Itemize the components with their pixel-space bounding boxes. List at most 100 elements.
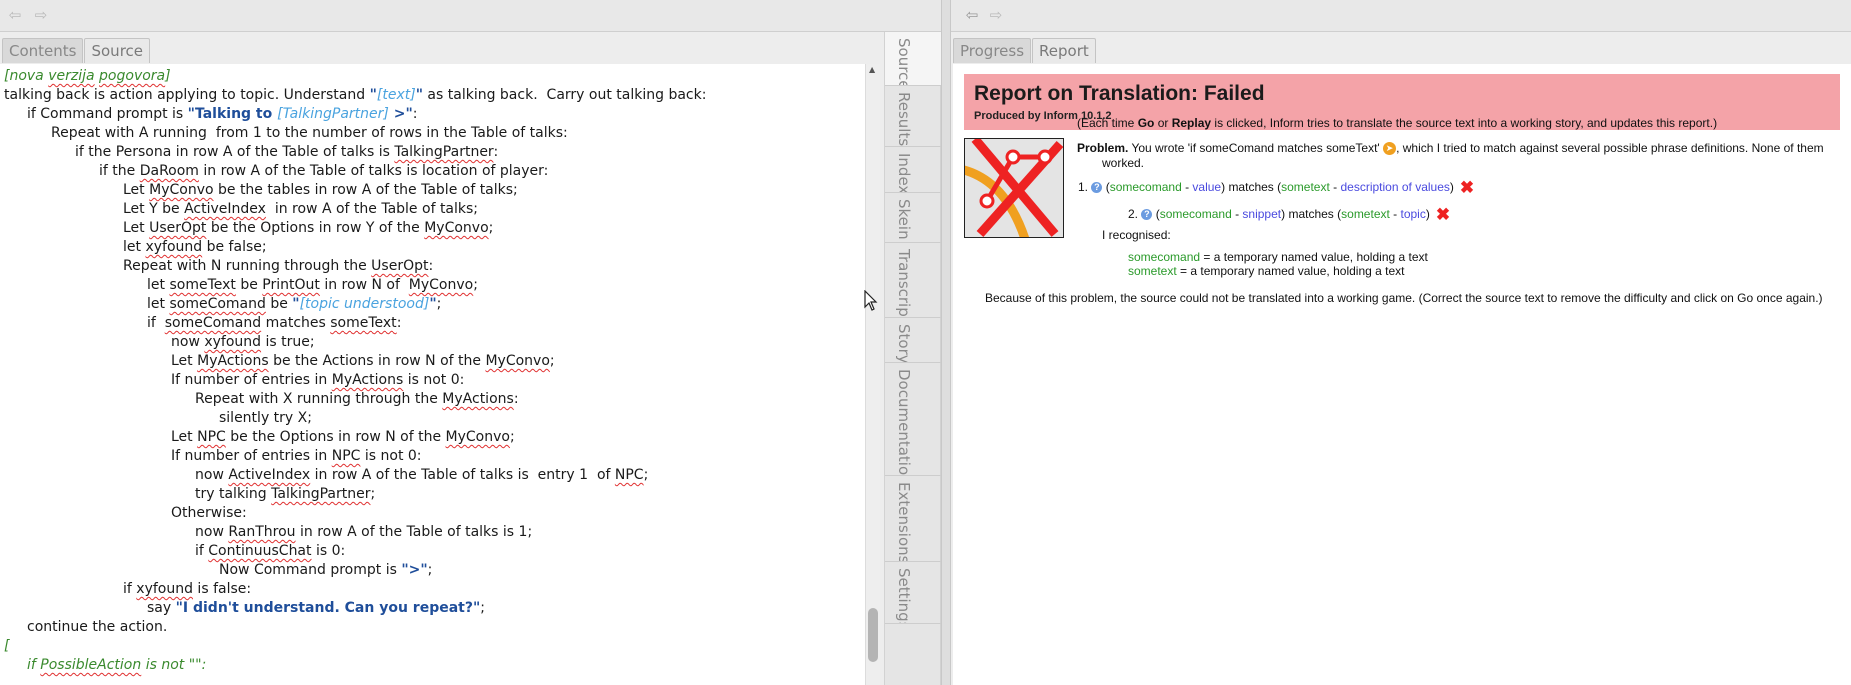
source-token: [text] [376, 87, 416, 103]
source-line[interactable]: Repeat with A running from 1 to the numb… [51, 124, 568, 143]
source-line[interactable]: now RanThrou in row A of the Table of ta… [195, 523, 532, 542]
punct: ) [1449, 180, 1454, 194]
problem-text: You wrote 'if someComand matches someTex… [1128, 141, 1384, 155]
source-token: try talking [195, 486, 272, 502]
source-token: PossibleAction [40, 657, 142, 673]
tab-progress[interactable]: Progress [953, 38, 1032, 63]
source-token: UserOpt [149, 220, 207, 236]
problem-label: Problem. [1077, 141, 1129, 155]
source-token: be [265, 296, 293, 312]
side-tab-transcript[interactable]: Transcript [885, 243, 942, 318]
term: sometext [1128, 264, 1177, 278]
source-line[interactable]: if PossibleAction is not "": [27, 656, 206, 675]
report-intro: (Each time Go or Replay is clicked, Info… [1077, 116, 1717, 131]
source-token: is 0: [311, 543, 346, 559]
source-token: let [123, 239, 146, 255]
source-line[interactable]: Let Y be ActiveIndex in row A of the Tab… [123, 200, 478, 219]
source-line[interactable]: if ContinuusChat is 0: [195, 542, 345, 561]
side-tab-results[interactable]: Results [885, 86, 942, 147]
source-token: ">" [401, 562, 428, 578]
source-line[interactable]: if the Persona in row A of the Table of … [75, 143, 498, 162]
source-line[interactable]: say "I didn't understand. Can you repeat… [147, 599, 485, 618]
source-line[interactable]: try talking TalkingPartner; [195, 485, 375, 504]
scrollbar-thumb[interactable] [868, 608, 878, 662]
source-line[interactable]: if Command prompt is "Talking to [Talkin… [27, 105, 418, 124]
source-line[interactable]: Let NPC be the Options in row N of the M… [171, 428, 515, 447]
left-tabbar: Contents Source [2, 38, 151, 64]
source-line[interactable]: silently try X; [219, 409, 312, 428]
source-line[interactable]: Repeat with N running through the UserOp… [123, 257, 433, 276]
side-tab-story[interactable]: Story [885, 318, 942, 363]
side-tab-index[interactable]: Index [885, 147, 942, 193]
report-panel: Report on Translation: Failed Produced b… [953, 64, 1851, 685]
source-line[interactable]: Now Command prompt is ">"; [219, 561, 432, 580]
inform-ide-window: ⇦ ⇨ Contents Source [nova verzija pogovor… [0, 0, 1851, 685]
punct: - [1389, 207, 1401, 221]
source-line[interactable]: Let UserOpt be the Options in row Y of t… [123, 219, 493, 238]
source-token: in row N of [319, 277, 409, 293]
source-token: [topic understood] [299, 296, 430, 312]
source-line[interactable]: let someComand be "[topic understood]"; [147, 295, 441, 314]
source-line[interactable]: If number of entries in NPC is not 0: [171, 447, 422, 466]
source-token: >" [388, 106, 413, 122]
recognised-item-1: somecomand = a temporary named value, ho… [1128, 250, 1428, 265]
source-token: TalkingPartner [271, 486, 371, 502]
intro-text: or [1154, 116, 1172, 130]
source-line[interactable]: Otherwise: [171, 504, 247, 523]
report-conclusion: Because of this problem, the source coul… [985, 291, 1823, 305]
tab-contents[interactable]: Contents [2, 38, 84, 63]
definition: = a temporary named value, holding a tex… [1176, 264, 1405, 278]
kind: value [1192, 180, 1222, 194]
source-line[interactable]: [ [4, 637, 9, 656]
source-line[interactable]: if the DaRoom in row A of the Table of t… [99, 162, 548, 181]
source-editor[interactable]: [nova verzija pogovora] talking back is a… [0, 64, 865, 685]
source-token: say [147, 600, 176, 616]
back-arrow-icon[interactable]: ⇦ [961, 4, 983, 26]
source-token: if Command prompt is [27, 106, 188, 122]
mouse-cursor-icon [864, 290, 878, 311]
source-line[interactable]: Let MyConvo be the tables in row A of th… [123, 181, 518, 200]
forward-arrow-icon[interactable]: ⇨ [985, 4, 1007, 26]
left-toolbar: ⇦ ⇨ [0, 0, 941, 32]
side-tab-skein[interactable]: Skein [885, 193, 942, 243]
source-token: let [147, 277, 170, 293]
punct: ) matches ( [1221, 180, 1282, 194]
back-arrow-icon[interactable]: ⇦ [4, 4, 26, 26]
tab-report[interactable]: Report [1032, 38, 1096, 63]
source-line[interactable]: if someComand matches someText: [147, 314, 401, 333]
source-line[interactable]: Let MyActions be the Actions in row N of… [171, 352, 555, 371]
source-line[interactable]: Repeat with X running through the MyActi… [195, 390, 519, 409]
source-scrollbar[interactable]: ▲ [865, 64, 880, 685]
source-line[interactable]: talking back is action applying to topic… [4, 86, 706, 105]
source-token: RanThrou [228, 524, 296, 540]
source-token: is not 0: [403, 372, 465, 388]
source-line[interactable]: let xyfound be false; [123, 238, 267, 257]
source-token: someComand [164, 315, 262, 331]
side-tab-extensions[interactable]: Extensions [885, 476, 942, 562]
go-word: Go [1137, 116, 1155, 130]
question-icon[interactable]: ? [1091, 182, 1103, 193]
side-tab-source[interactable]: Source [885, 32, 942, 86]
source-token: in row A of the Table of talks is 1; [295, 524, 533, 540]
question-icon[interactable]: ? [1141, 209, 1153, 220]
scroll-up-icon[interactable]: ▲ [869, 64, 878, 76]
source-token: MyActions [197, 353, 269, 369]
source-line[interactable]: now xyfound is true; [171, 333, 315, 352]
forward-arrow-icon[interactable]: ⇨ [30, 4, 52, 26]
source-line[interactable]: now ActiveIndex in row A of the Table of… [195, 466, 648, 485]
source-line[interactable]: If number of entries in MyActions is not… [171, 371, 464, 390]
tab-source[interactable]: Source [84, 38, 151, 63]
pane-divider[interactable] [941, 0, 951, 685]
source-token: If number of entries in [171, 372, 332, 388]
source-line[interactable]: let someText be PrintOut in row N of MyC… [147, 276, 478, 295]
source-token: : [396, 315, 402, 331]
reveal-source-icon[interactable]: ➤ [1383, 142, 1397, 155]
side-tab-documentation[interactable]: Documentation [885, 363, 942, 476]
source-line[interactable]: if xyfound is false: [123, 580, 251, 599]
source-line[interactable]: continue the action. [27, 618, 167, 637]
source-line[interactable]: [nova verzija pogovora] [4, 67, 171, 86]
side-tab-settings[interactable]: Settings [885, 562, 942, 624]
source-token: ; [436, 296, 442, 312]
source-token: talking back is action applying to topic… [4, 87, 370, 103]
source-token: UserOpt [371, 258, 429, 274]
